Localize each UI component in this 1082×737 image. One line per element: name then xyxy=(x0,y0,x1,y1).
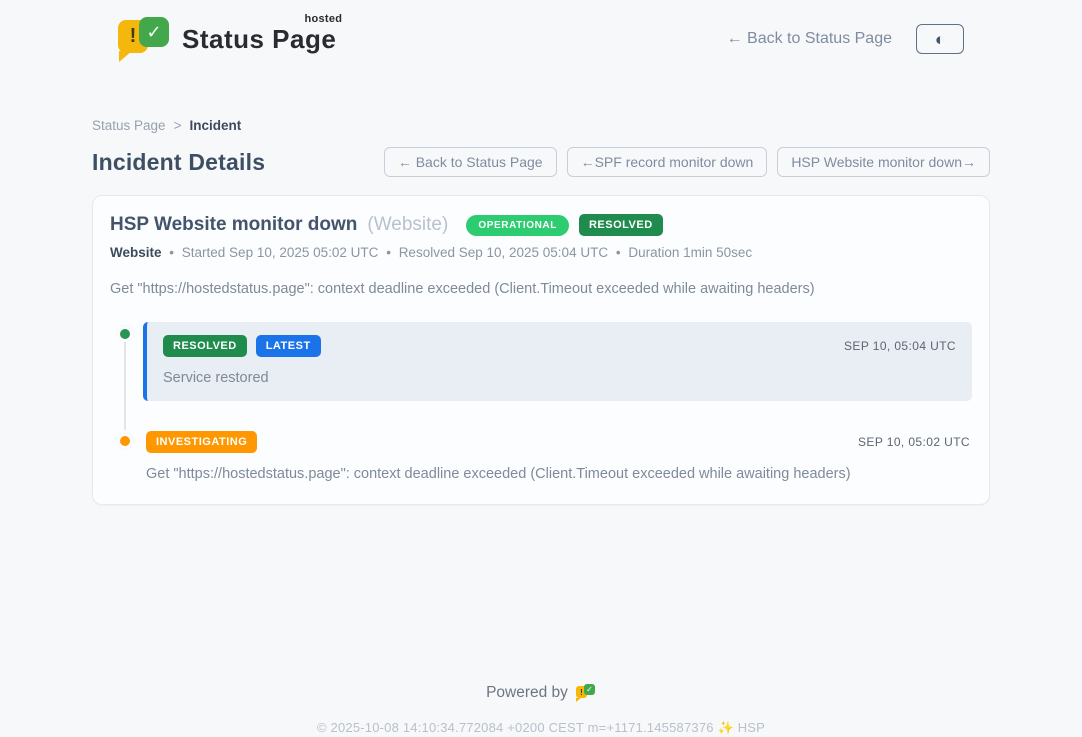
timeline-dot-orange xyxy=(117,433,133,449)
status-page-logo-icon: ! ✓ xyxy=(118,16,170,62)
timeline-entry-resolved: RESOLVED LATEST SEP 10, 05:04 UTC Servic… xyxy=(110,322,972,401)
brand-name: Status Page hosted xyxy=(182,24,336,55)
header-right: ← Back to Status Page ◐ xyxy=(727,24,964,54)
status-page-mini-logo-icon[interactable]: ! ✓ xyxy=(576,683,596,702)
check-icon: ✓ xyxy=(139,17,169,47)
check-icon: ✓ xyxy=(584,684,595,695)
timeline-entry-investigating: INVESTIGATING SEP 10, 05:02 UTC Get "htt… xyxy=(110,429,972,482)
timeline-timestamp: SEP 10, 05:02 UTC xyxy=(858,435,970,449)
back-to-status-page-button[interactable]: ← Back to Status Page xyxy=(384,147,557,177)
resolved-state-badge: RESOLVED xyxy=(579,214,663,236)
header-back-link[interactable]: ← Back to Status Page xyxy=(727,30,892,48)
breadcrumb: Status Page > Incident xyxy=(92,118,990,133)
next-incident-button[interactable]: HSP Website monitor down→ xyxy=(777,147,990,177)
timeline-dot-green xyxy=(117,326,133,342)
timeline-message: Get "https://hostedstatus.page": context… xyxy=(146,466,970,482)
incident-title-row: HSP Website monitor down (Website) OPERA… xyxy=(110,214,972,236)
brand-superscript: hosted xyxy=(304,13,342,25)
breadcrumb-separator: > xyxy=(174,118,182,133)
investigating-badge: INVESTIGATING xyxy=(146,431,257,453)
incident-timeline: RESOLVED LATEST SEP 10, 05:04 UTC Servic… xyxy=(110,322,972,482)
timeline-entry-header: INVESTIGATING SEP 10, 05:02 UTC xyxy=(146,431,970,453)
prev-incident-button[interactable]: ←SPF record monitor down xyxy=(567,147,768,177)
incident-component: (Website) xyxy=(367,214,448,236)
heading-row: Incident Details ← Back to Status Page ←… xyxy=(92,147,990,177)
main-content: Status Page > Incident Incident Details … xyxy=(92,118,990,505)
incident-description: Get "https://hostedstatus.page": context… xyxy=(110,281,972,297)
meta-started: Started Sep 10, 2025 05:02 UTC xyxy=(182,245,379,260)
incident-meta: Website • Started Sep 10, 2025 05:02 UTC… xyxy=(110,245,972,260)
copyright-line: © 2025-10-08 14:10:34.772084 +0200 CEST … xyxy=(92,720,990,736)
header: ! ✓ Status Page hosted ← Back to Status … xyxy=(92,0,990,62)
meta-component: Website xyxy=(110,245,162,260)
powered-by: Powered by ! ✓ xyxy=(486,683,596,702)
theme-toggle-button[interactable]: ◐ xyxy=(916,24,964,54)
resolved-badge: RESOLVED xyxy=(163,335,247,357)
incident-nav-buttons: ← Back to Status Page ←SPF record monito… xyxy=(384,147,990,177)
brand-logo[interactable]: ! ✓ Status Page hosted xyxy=(118,16,336,62)
breadcrumb-root[interactable]: Status Page xyxy=(92,118,166,133)
incident-card: HSP Website monitor down (Website) OPERA… xyxy=(92,195,990,505)
footer: Powered by ! ✓ © 2025-10-08 14:10:34.772… xyxy=(92,683,990,736)
meta-resolved: Resolved Sep 10, 2025 05:04 UTC xyxy=(399,245,608,260)
incident-title: HSP Website monitor down xyxy=(110,214,357,236)
breadcrumb-current: Incident xyxy=(189,118,241,133)
timeline-timestamp: SEP 10, 05:04 UTC xyxy=(844,339,956,353)
timeline-message: Service restored xyxy=(163,370,956,386)
latest-badge: LATEST xyxy=(256,335,321,357)
page-title: Incident Details xyxy=(92,149,265,176)
timeline-entry-header: RESOLVED LATEST SEP 10, 05:04 UTC xyxy=(163,335,956,357)
timeline-entry-box: RESOLVED LATEST SEP 10, 05:04 UTC Servic… xyxy=(143,322,972,401)
timeline-entry-plain: INVESTIGATING SEP 10, 05:02 UTC Get "htt… xyxy=(143,429,972,482)
meta-duration: Duration 1min 50sec xyxy=(628,245,752,260)
half-circle-icon: ◐ xyxy=(935,31,945,48)
operational-status-badge: OPERATIONAL xyxy=(466,215,569,236)
